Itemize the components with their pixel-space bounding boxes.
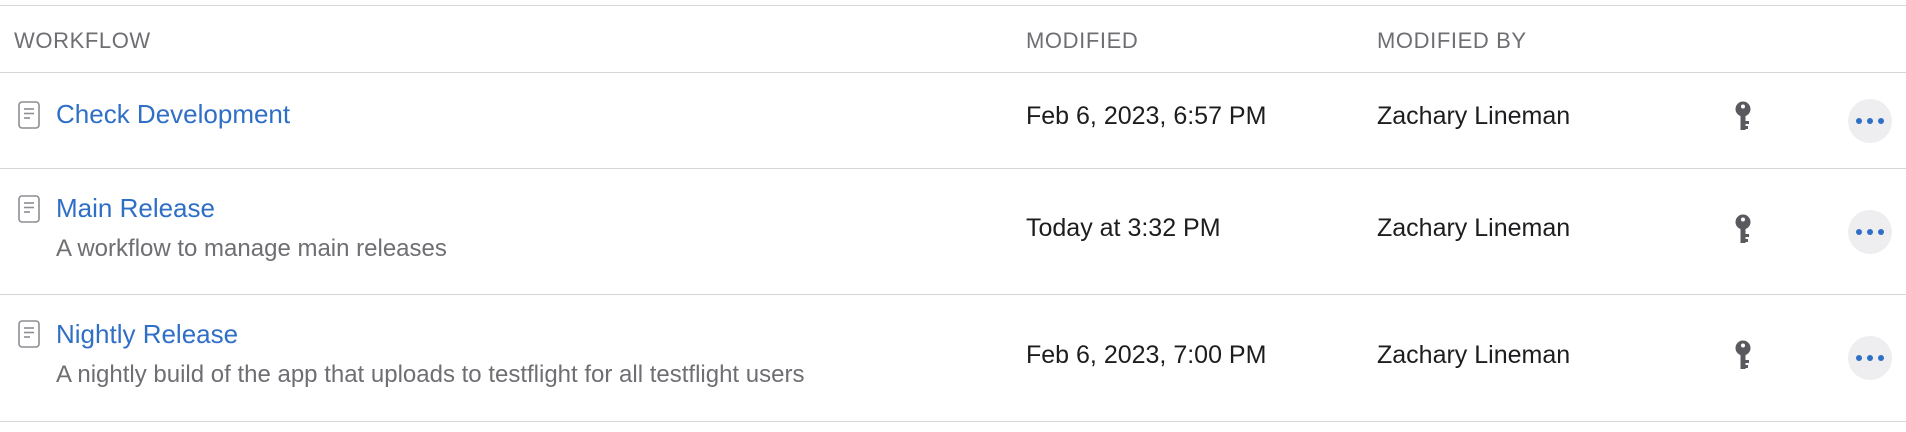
modified-date: Feb 6, 2023, 6:57 PM xyxy=(1026,102,1267,130)
table-row[interactable]: Check Development Feb 6, 2023, 6:57 PM Z… xyxy=(0,73,1906,169)
workflow-description: A nightly build of the app that uploads … xyxy=(56,361,805,388)
document-icon xyxy=(18,195,40,223)
modified-by: Zachary Lineman xyxy=(1377,214,1571,242)
table-header: WORKFLOW MODIFIED MODIFIED BY xyxy=(0,5,1906,73)
ellipsis-icon xyxy=(1856,118,1862,124)
document-icon xyxy=(18,320,40,348)
more-options-button[interactable] xyxy=(1848,336,1892,380)
workflows-table: WORKFLOW MODIFIED MODIFIED BY Check Deve… xyxy=(0,5,1906,422)
workflow-description: A workflow to manage main releases xyxy=(56,235,447,262)
workflow-title-link[interactable]: Main Release xyxy=(56,193,215,224)
ellipsis-icon xyxy=(1856,355,1862,361)
table-row[interactable]: Main Release A workflow to manage main r… xyxy=(0,169,1906,295)
column-header-modified[interactable]: MODIFIED xyxy=(1026,28,1138,54)
more-options-button[interactable] xyxy=(1848,99,1892,143)
key-icon[interactable] xyxy=(1732,100,1754,134)
workflow-title-link[interactable]: Nightly Release xyxy=(56,319,238,350)
document-icon xyxy=(18,101,40,129)
key-icon[interactable] xyxy=(1732,213,1754,247)
more-options-button[interactable] xyxy=(1848,210,1892,254)
modified-date: Today at 3:32 PM xyxy=(1026,214,1221,242)
key-icon[interactable] xyxy=(1732,339,1754,373)
modified-date: Feb 6, 2023, 7:00 PM xyxy=(1026,341,1267,369)
column-header-modified-by[interactable]: MODIFIED BY xyxy=(1377,28,1527,54)
modified-by: Zachary Lineman xyxy=(1377,341,1571,369)
modified-by: Zachary Lineman xyxy=(1377,102,1571,130)
table-row[interactable]: Nightly Release A nightly build of the a… xyxy=(0,295,1906,422)
column-header-workflow[interactable]: WORKFLOW xyxy=(14,28,151,54)
workflow-title-link[interactable]: Check Development xyxy=(56,99,290,130)
ellipsis-icon xyxy=(1856,229,1862,235)
